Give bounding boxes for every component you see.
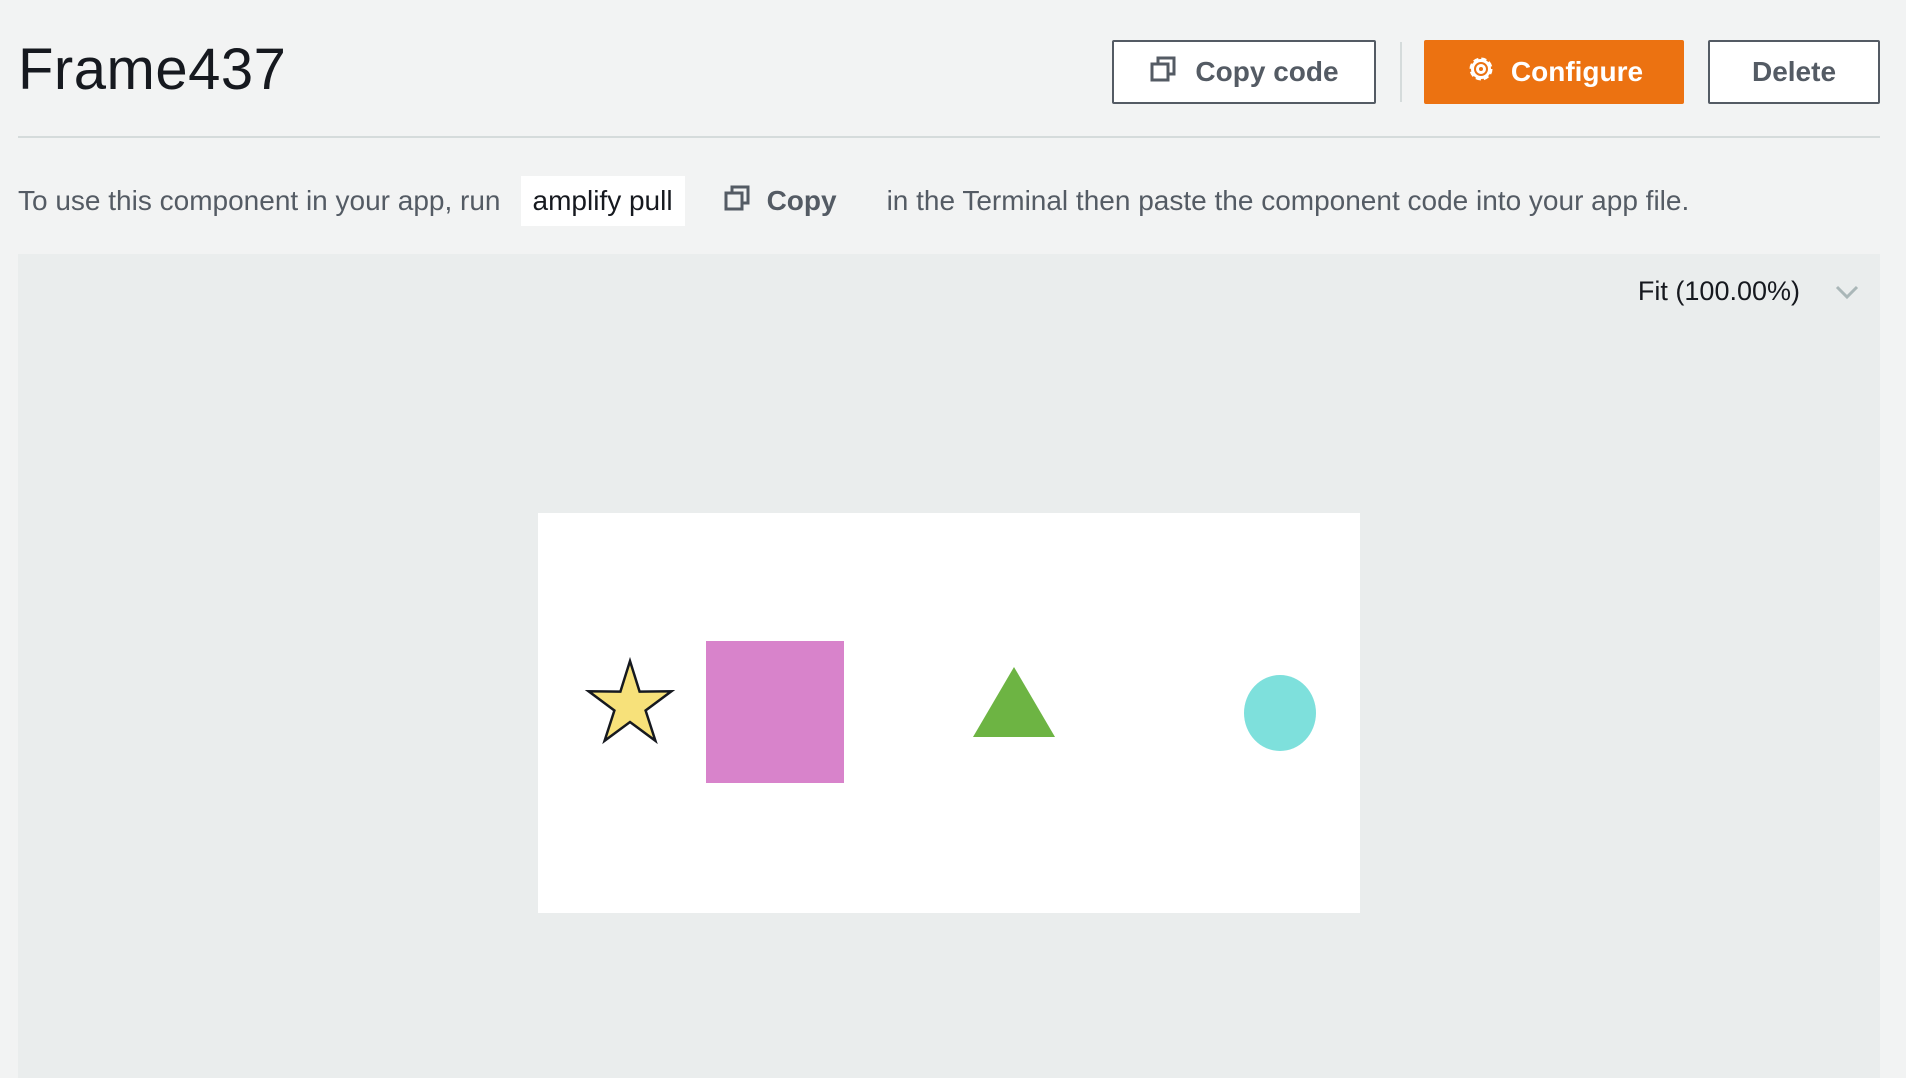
page-title: Frame437 xyxy=(18,37,287,102)
zoom-label: Fit (100.00%) xyxy=(1637,276,1800,306)
command-code: amplify pull xyxy=(520,176,685,226)
delete-button[interactable]: Delete xyxy=(1708,40,1880,104)
component-preview-frame xyxy=(538,513,1360,913)
instructions-after: in the Terminal then paste the component… xyxy=(886,185,1690,216)
copy-code-label: Copy code xyxy=(1195,56,1339,87)
delete-label: Delete xyxy=(1751,56,1837,87)
copy-command-label: Copy xyxy=(766,185,837,216)
configure-button[interactable]: Configure xyxy=(1424,40,1684,104)
usage-instructions: To use this component in your app, run a… xyxy=(18,176,1689,226)
instructions-before: To use this component in your app, run xyxy=(18,185,501,216)
component-detail-page: Frame437 Copy code Configure Delete To u… xyxy=(0,0,1906,1078)
square-shape xyxy=(706,641,844,783)
preview-shapes xyxy=(584,641,1316,783)
button-divider xyxy=(1400,42,1402,102)
chevron-down-icon xyxy=(1834,276,1860,307)
star-shape xyxy=(584,656,676,745)
copy-icon xyxy=(1149,55,1177,90)
gear-icon xyxy=(1465,53,1497,92)
preview-canvas: Fit (100.00%) xyxy=(18,254,1880,1078)
triangle-shape xyxy=(973,667,1055,737)
configure-label: Configure xyxy=(1510,56,1644,87)
copy-icon xyxy=(723,184,751,219)
copy-command-button[interactable]: Copy xyxy=(723,184,837,219)
zoom-select[interactable]: Fit (100.00%) xyxy=(1638,276,1860,307)
circle-shape xyxy=(1244,675,1316,751)
header-divider xyxy=(18,136,1880,138)
copy-code-button[interactable]: Copy code xyxy=(1112,40,1376,104)
